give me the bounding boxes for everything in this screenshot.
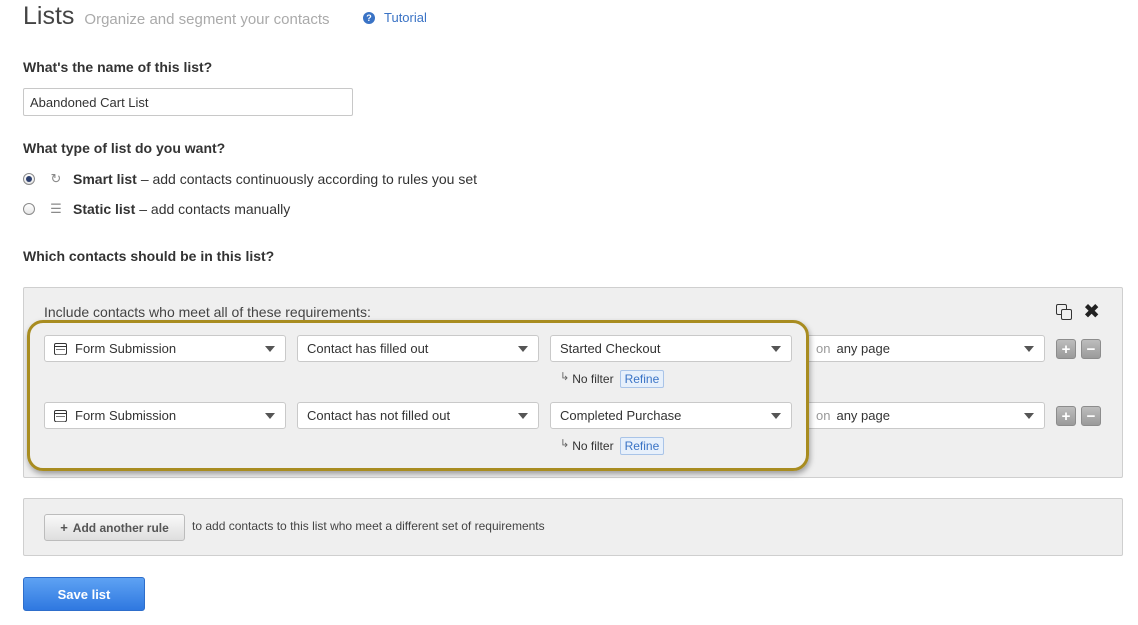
rule-2-refine-button[interactable]: Refine [619, 437, 665, 455]
rule-2-condition-select[interactable]: Contact has not filled out [297, 402, 539, 429]
chevron-down-icon [1024, 346, 1034, 352]
rule-1-refine-button[interactable]: Refine [619, 370, 665, 388]
tutorial-label: Tutorial [384, 10, 427, 25]
rule-2-form-value: Completed Purchase [560, 408, 682, 423]
chevron-down-icon [1024, 413, 1034, 419]
add-rule-description: to add contacts to this list who meet a … [192, 519, 545, 533]
rule-1-filter: ↳ No filter Refine [560, 370, 665, 388]
add-rule-panel: + Add another rule to add contacts to th… [23, 498, 1123, 556]
list-name-question: What's the name of this list? [23, 59, 213, 75]
tutorial-link[interactable]: ? Tutorial [363, 10, 427, 25]
rule-2-on-label: on [816, 408, 831, 423]
rule-2-form-select[interactable]: Completed Purchase [550, 402, 792, 429]
rule-1-add-button[interactable]: + [1056, 339, 1076, 359]
chevron-down-icon [771, 413, 781, 419]
rule-1-form-select[interactable]: Started Checkout [550, 335, 792, 362]
rule-1-condition-value: Contact has filled out [307, 341, 429, 356]
save-list-button[interactable]: Save list [23, 577, 145, 611]
rule-1-source-value: Form Submission [75, 341, 177, 356]
help-icon: ? [363, 11, 375, 24]
rule-2-page-select[interactable]: on any page [806, 402, 1045, 429]
return-arrow-icon: ↳ [560, 370, 570, 383]
chevron-down-icon [518, 346, 528, 352]
rule-2-remove-button[interactable]: − [1081, 406, 1101, 426]
page-subtitle: Organize and segment your contacts [84, 11, 330, 28]
rule-2-condition-value: Contact has not filled out [307, 408, 451, 423]
chevron-down-icon [771, 346, 781, 352]
smart-list-radio[interactable] [23, 173, 35, 185]
rule-2-add-button[interactable]: + [1056, 406, 1076, 426]
rule-2-source-value: Form Submission [75, 408, 177, 423]
rule-1-source-select[interactable]: Form Submission [44, 335, 286, 362]
page-header: Lists Organize and segment your contacts [23, 2, 330, 31]
static-list-option[interactable]: ☰ Static list – add contacts manually [23, 201, 290, 217]
panel-actions: ✖ [1056, 302, 1100, 322]
chevron-down-icon [265, 346, 275, 352]
copy-icon[interactable] [1056, 304, 1073, 320]
requirements-heading: Include contacts who meet all of these r… [44, 304, 371, 320]
document-icon: ☰ [50, 201, 62, 216]
add-another-rule-button[interactable]: + Add another rule [44, 514, 185, 541]
plus-icon: + [60, 520, 68, 535]
static-list-label: Static list [73, 201, 136, 217]
rule-2-filter: ↳ No filter Refine [560, 437, 665, 455]
rule-1-condition-select[interactable]: Contact has filled out [297, 335, 539, 362]
rule-1-page-select[interactable]: on any page [806, 335, 1045, 362]
form-icon [54, 342, 67, 355]
chevron-down-icon [518, 413, 528, 419]
smart-list-description: – add contacts continuously according to… [140, 171, 478, 187]
rule-2-source-select[interactable]: Form Submission [44, 402, 286, 429]
list-type-question: What type of list do you want? [23, 140, 226, 156]
static-list-radio[interactable] [23, 203, 35, 215]
smart-list-label: Smart list [73, 171, 137, 187]
chevron-down-icon [265, 413, 275, 419]
page-title: Lists [23, 2, 75, 30]
list-name-input[interactable] [23, 88, 353, 116]
rule-1-filter-label: No filter [572, 372, 614, 386]
smart-list-option[interactable]: ↻ Smart list – add contacts continuously… [23, 171, 477, 187]
contacts-question: Which contacts should be in this list? [23, 248, 275, 264]
close-icon[interactable]: ✖ [1083, 302, 1100, 322]
rule-1-page-value: any page [836, 341, 890, 356]
refresh-icon: ↻ [50, 171, 62, 186]
rule-1-on-label: on [816, 341, 831, 356]
rule-1-remove-button[interactable]: − [1081, 339, 1101, 359]
return-arrow-icon: ↳ [560, 437, 570, 450]
rule-2-filter-label: No filter [572, 439, 614, 453]
rule-2-page-value: any page [836, 408, 890, 423]
form-icon [54, 409, 67, 422]
add-another-rule-label: Add another rule [72, 520, 169, 535]
static-list-description: – add contacts manually [139, 201, 291, 217]
rule-1-form-value: Started Checkout [560, 341, 661, 356]
